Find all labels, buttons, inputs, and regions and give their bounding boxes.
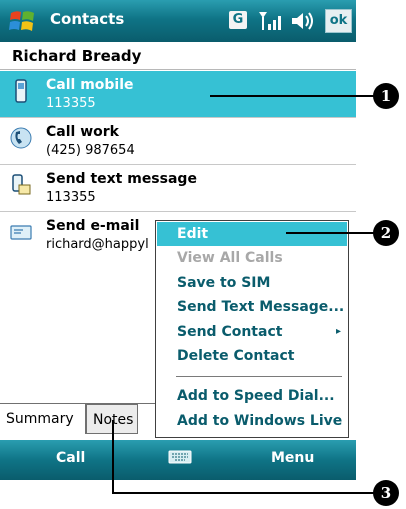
action-label: Call mobile: [46, 77, 134, 93]
menu-item-add-to-speed-dial[interactable]: Add to Speed Dial...: [157, 384, 347, 408]
callout-line-2: [286, 232, 374, 234]
action-label: Send e-mail: [46, 218, 140, 234]
callout-marker-3: 3: [373, 480, 399, 506]
ok-button[interactable]: ok: [325, 9, 352, 33]
softkey-call[interactable]: Call: [56, 450, 85, 466]
tab-summary[interactable]: Summary: [0, 404, 86, 434]
windows-start-icon[interactable]: [8, 7, 36, 35]
device-screen: Contacts G ok Richard Bready Call mobile…: [0, 0, 356, 480]
signal-icon[interactable]: [257, 10, 281, 32]
callout-marker-1: 1: [373, 83, 399, 109]
tab-strip: Summary Notes: [0, 404, 160, 436]
action-label: Send text message: [46, 171, 197, 187]
action-detail: richard@happyl: [46, 237, 149, 252]
app-title: Contacts: [50, 10, 125, 28]
menu-item-add-to-windows-live[interactable]: Add to Windows Live: [157, 409, 347, 433]
menu-item-send-contact[interactable]: Send Contact ▸: [157, 320, 347, 344]
submenu-arrow-icon: ▸: [335, 326, 341, 337]
g-indicator-icon[interactable]: G: [229, 11, 247, 29]
mobile-phone-icon: [15, 79, 27, 103]
action-row-send-text[interactable]: Send text message 113355: [0, 165, 356, 212]
menu-item-save-to-sim[interactable]: Save to SIM: [157, 271, 347, 295]
action-row-call-work[interactable]: Call work (425) 987654: [0, 118, 356, 165]
menu-item-label: Send Contact: [177, 324, 283, 340]
email-icon: [10, 225, 32, 240]
action-detail: (425) 987654: [46, 143, 135, 158]
softkey-bar: Call Menu: [0, 440, 356, 480]
menu-item-send-text-message[interactable]: Send Text Message...: [157, 295, 347, 319]
volume-icon[interactable]: [290, 10, 316, 32]
action-detail: 113355: [46, 190, 96, 205]
softkey-menu[interactable]: Menu: [271, 450, 314, 466]
context-menu: Edit View All Calls Save to SIM Send Tex…: [155, 220, 349, 438]
callout-line-3-vertical: [112, 420, 114, 493]
menu-separator: [176, 376, 342, 377]
sms-icon: [12, 174, 31, 195]
divider: [0, 69, 356, 70]
title-bar: Contacts G ok: [0, 0, 356, 42]
work-phone-icon: [10, 127, 32, 149]
callout-line-1: [210, 95, 374, 97]
callout-line-3-horizontal: [112, 492, 374, 494]
menu-item-edit[interactable]: Edit: [157, 222, 347, 246]
keyboard-icon[interactable]: [168, 449, 192, 465]
callout-marker-2: 2: [373, 220, 399, 246]
menu-item-view-all-calls: View All Calls: [177, 250, 283, 266]
action-detail: 113355: [46, 96, 96, 111]
action-label: Call work: [46, 124, 119, 140]
contact-name: Richard Bready: [12, 47, 142, 65]
menu-item-delete-contact[interactable]: Delete Contact: [157, 344, 347, 368]
